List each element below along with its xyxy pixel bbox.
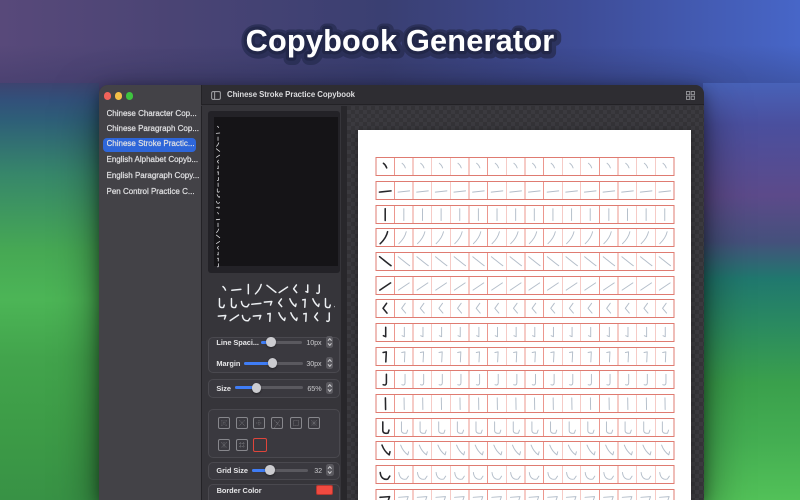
svg-text:Copybook Generator: Copybook Generator <box>246 23 555 58</box>
